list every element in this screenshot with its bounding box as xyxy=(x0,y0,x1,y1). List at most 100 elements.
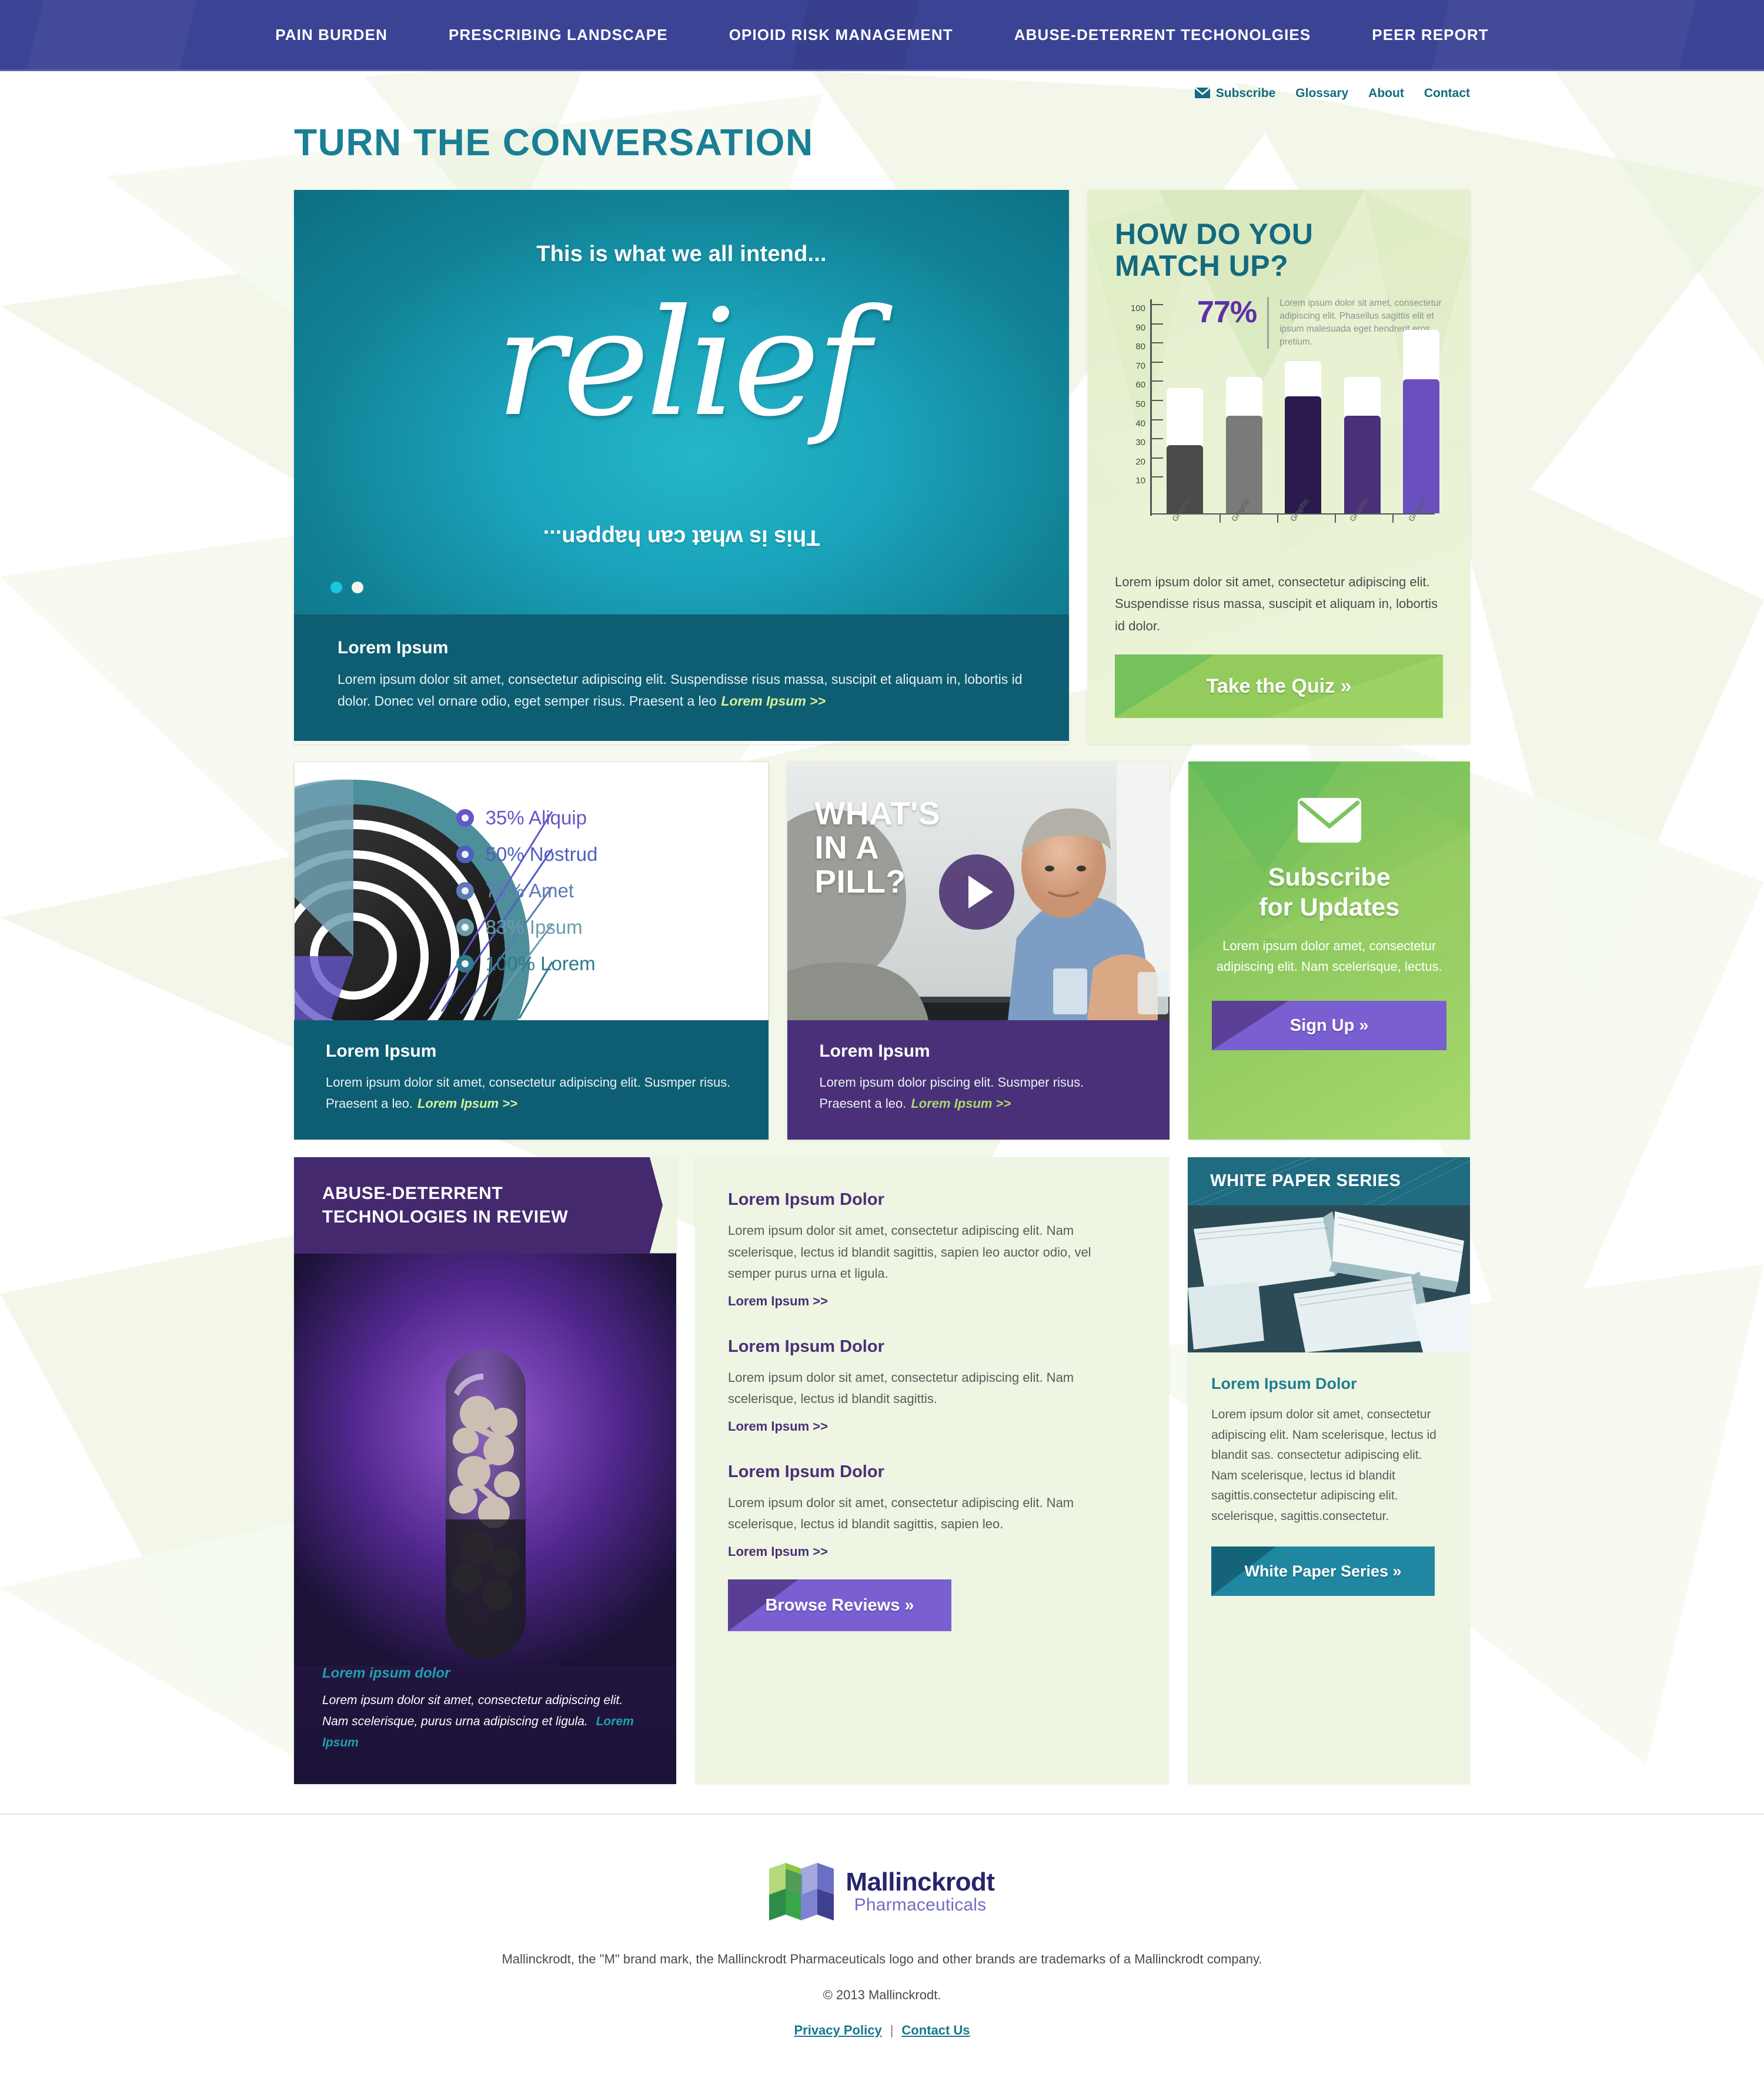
y-tick-40: 40 xyxy=(1135,418,1145,429)
chart-bar-outer-3 xyxy=(1285,361,1321,513)
y-tick-50: 50 xyxy=(1135,399,1145,409)
radial-caption-heading: Lorem Ipsum xyxy=(326,1041,437,1061)
article-link-2[interactable]: Lorem Ipsum >> xyxy=(728,1419,828,1434)
video-thumbnail[interactable]: WHAT'S IN A PILL? xyxy=(787,761,1170,1021)
hero-slider: This is what we all intend... relief Thi… xyxy=(294,190,1069,744)
footer-link-separator: | xyxy=(890,2022,894,2037)
row-bottom: ABUSE-DETERRENT TECHNOLOGIES IN REVIEW L… xyxy=(294,1157,1470,1784)
chart-bar-group-1: Graphic xyxy=(1167,388,1203,523)
y-tick-10: 10 xyxy=(1135,476,1145,486)
chart-bar-group-5: Graphic xyxy=(1403,330,1439,523)
footer-logo-line2: Pharmaceuticals xyxy=(854,1895,987,1915)
utility-link-glossary[interactable]: Glossary xyxy=(1295,86,1348,101)
video-headline-line3: PILL? xyxy=(814,863,906,900)
abuse-deterrent-caption-body: Lorem ipsum dolor sit amet, consectetur … xyxy=(322,1690,648,1753)
footer-contact-us-link[interactable]: Contact Us xyxy=(901,2023,970,2037)
video-card: WHAT'S IN A PILL? Lorem Ipsum Lorem ipsu… xyxy=(787,761,1170,1140)
y-tick-90: 90 xyxy=(1135,322,1145,333)
y-tick-80: 80 xyxy=(1135,342,1145,352)
utility-link-subscribe[interactable]: Subscribe xyxy=(1194,86,1276,101)
footer-logo-text: Mallinckrodt Pharmaceuticals xyxy=(846,1869,995,1916)
chart-bar-outer-2 xyxy=(1225,377,1262,513)
legend-label-1: 35% Aliquip xyxy=(485,807,587,829)
article-body-3: Lorem ipsum dolor sit amet, consectetur … xyxy=(728,1495,1074,1531)
take-the-quiz-button[interactable]: Take the Quiz » xyxy=(1115,654,1443,719)
legend-dot-icon-5 xyxy=(456,955,474,973)
legend-label-5: 100% Lorem xyxy=(485,953,596,975)
legend-dot-icon-2 xyxy=(456,846,474,864)
utility-link-subscribe-label: Subscribe xyxy=(1215,86,1276,100)
subscribe-heading: Subscribe for Updates xyxy=(1212,863,1446,922)
footer-trademark: Mallinckrodt, the "M" brand mark, the Ma… xyxy=(502,1951,1262,1966)
slider-dot-1[interactable] xyxy=(330,582,342,593)
white-paper-series-label: White Paper Series » xyxy=(1244,1562,1402,1581)
hero-caption-link[interactable]: Lorem Ipsum >> xyxy=(721,693,826,709)
hero-image: This is what we all intend... relief Thi… xyxy=(294,190,1069,614)
article-item-2: Lorem Ipsum Dolor Lorem ipsum dolor sit … xyxy=(728,1337,1136,1434)
article-title-2: Lorem Ipsum Dolor xyxy=(728,1337,884,1356)
nav-facet-1 xyxy=(26,0,197,69)
page-footer: Mallinckrodt Pharmaceuticals Mallinckrod… xyxy=(0,1813,1764,2091)
page-title: TURN THE CONVERSATION xyxy=(294,121,814,163)
footer-copyright: © 2013 Mallinckrodt. xyxy=(823,1987,941,2002)
row-hero: This is what we all intend... relief Thi… xyxy=(294,190,1470,744)
sign-up-label: Sign Up » xyxy=(1289,1016,1369,1035)
article-link-3[interactable]: Lorem Ipsum >> xyxy=(728,1544,828,1559)
utility-link-contact[interactable]: Contact xyxy=(1424,86,1470,101)
subscribe-heading-line2: for Updates xyxy=(1259,893,1400,921)
subscribe-card: Subscribe for Updates Lorem ipsum dolor … xyxy=(1188,761,1470,1140)
article-body-1: Lorem ipsum dolor sit amet, consectetur … xyxy=(728,1223,1091,1281)
video-headline-line2: IN A xyxy=(814,829,880,866)
articles-list: Lorem Ipsum Dolor Lorem ipsum dolor sit … xyxy=(695,1157,1169,1784)
nav-item-pain-burden[interactable]: PAIN BURDEN xyxy=(245,26,418,44)
mallinckrodt-logo-icon xyxy=(769,1862,834,1920)
hero-top-text: This is what we all intend... xyxy=(536,242,827,266)
legend-dot-icon-3 xyxy=(456,882,474,900)
white-paper-body: Lorem Ipsum Dolor Lorem ipsum dolor sit … xyxy=(1188,1352,1470,1623)
video-headline-line1: WHAT'S xyxy=(814,795,940,832)
white-paper-series-button[interactable]: White Paper Series » xyxy=(1211,1546,1435,1596)
nav-item-prescribing-landscape[interactable]: PRESCRIBING LANDSCAPE xyxy=(418,26,699,44)
video-caption-link[interactable]: Lorem Ipsum >> xyxy=(911,1096,1011,1111)
utility-link-about[interactable]: About xyxy=(1368,86,1404,101)
nav-item-abuse-deterrent-technologies[interactable]: ABUSE-DETERRENT TECHONOLGIES xyxy=(984,26,1342,44)
slider-dot-2[interactable] xyxy=(352,582,363,593)
chart-bar-group-4: Graphic xyxy=(1344,377,1381,523)
match-up-bar-chart: 77% Lorem ipsum dolor sit amet, consecte… xyxy=(1115,297,1443,532)
y-tick-30: 30 xyxy=(1135,437,1145,448)
legend-item-3: 75% Amet xyxy=(456,873,598,909)
button-facet xyxy=(1115,654,1215,719)
radial-caption-link[interactable]: Lorem Ipsum >> xyxy=(417,1096,517,1111)
mail-icon xyxy=(1194,87,1211,98)
quiz-body-text: Lorem ipsum dolor sit amet, consectetur … xyxy=(1115,574,1438,633)
footer-logo: Mallinckrodt Pharmaceuticals xyxy=(0,1860,1764,1924)
footer-links: Privacy Policy | Contact Us xyxy=(0,2023,1764,2038)
subscribe-body: Lorem ipsum dolor amet, consectetur adip… xyxy=(1216,938,1442,974)
chart-bar-outer-5 xyxy=(1403,330,1439,513)
utility-navigation: Subscribe Glossary About Contact xyxy=(294,71,1470,101)
pill-graphic xyxy=(294,1253,676,1665)
browse-reviews-button[interactable]: Browse Reviews » xyxy=(728,1579,951,1631)
chart-y-axis-ticks xyxy=(1150,304,1163,496)
quiz-title-line1: HOW DO YOU xyxy=(1115,218,1314,250)
nav-bottom-border xyxy=(0,69,1764,71)
white-paper-card: WHITE PAPER SERIES Lorem Ipsum Dolor Lor… xyxy=(1188,1157,1470,1784)
legend-item-2: 50% Nostrud xyxy=(456,836,597,873)
abuse-deterrent-caption-heading: Lorem ipsum dolor xyxy=(322,1665,450,1681)
article-title-1: Lorem Ipsum Dolor xyxy=(728,1190,884,1210)
nav-item-peer-report[interactable]: PEER REPORT xyxy=(1341,26,1519,44)
article-item-1: Lorem Ipsum Dolor Lorem ipsum dolor sit … xyxy=(728,1190,1136,1308)
white-paper-text: Lorem ipsum dolor sit amet, consectetur … xyxy=(1211,1408,1436,1523)
article-title-3: Lorem Ipsum Dolor xyxy=(728,1462,884,1481)
footer-privacy-policy-link[interactable]: Privacy Policy xyxy=(794,2023,881,2037)
button-facet xyxy=(1212,1000,1289,1050)
abuse-deterrent-heading-line1: ABUSE-DETERRENT xyxy=(322,1184,503,1204)
play-icon[interactable] xyxy=(939,854,1015,930)
y-tick-100: 100 xyxy=(1130,303,1145,313)
nav-item-opioid-risk-management[interactable]: OPIOID RISK MANAGEMENT xyxy=(699,26,984,44)
sign-up-button[interactable]: Sign Up » xyxy=(1212,1000,1446,1050)
white-paper-banner-label: WHITE PAPER SERIES xyxy=(1210,1171,1401,1191)
article-link-1[interactable]: Lorem Ipsum >> xyxy=(728,1294,828,1309)
hero-caption-body: Lorem ipsum dolor sit amet, consectetur … xyxy=(338,669,1025,713)
hero-caption: Lorem Ipsum Lorem ipsum dolor sit amet, … xyxy=(294,614,1069,741)
